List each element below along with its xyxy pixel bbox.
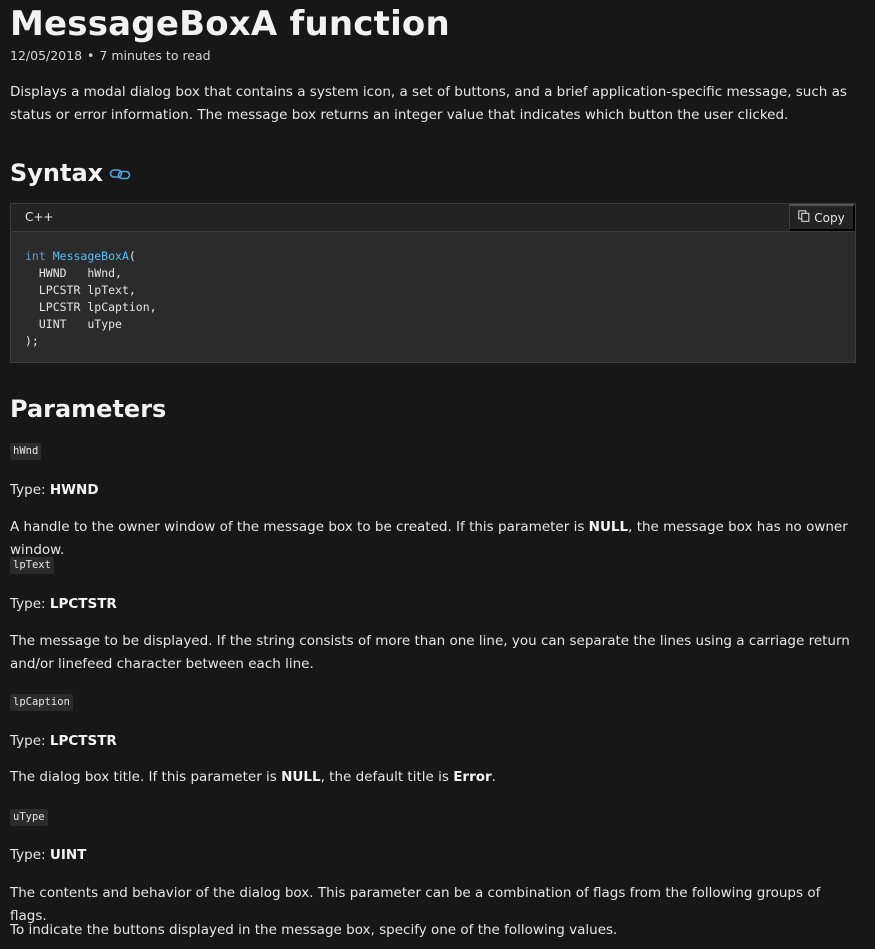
copy-icon: [798, 210, 810, 225]
code-param-name: uType: [87, 317, 122, 331]
desc-text: A handle to the owner window of the mess…: [10, 519, 589, 535]
link-icon[interactable]: [109, 158, 131, 188]
code-function-name: MessageBoxA: [52, 249, 129, 263]
buttons-intro: To indicate the buttons displayed in the…: [10, 922, 618, 938]
desc-text: .: [491, 769, 496, 785]
code-open-paren: (: [128, 249, 136, 263]
desc-bold: NULL: [281, 769, 321, 785]
param-name-hwnd: hWnd: [10, 443, 42, 460]
meta-separator: •: [87, 48, 95, 63]
type-value: UINT: [49, 847, 87, 863]
code-param-type: HWND: [38, 266, 67, 280]
param-type-lpcaption: Type: LPCTSTR: [10, 730, 856, 753]
type-label: Type:: [10, 596, 50, 612]
desc-text: The dialog box title. If this parameter …: [10, 769, 282, 785]
code-param-name: hWnd,: [87, 266, 122, 280]
code-return-type: int: [25, 249, 46, 263]
type-value: HWND: [49, 482, 99, 498]
param-desc-lpcaption: The dialog box title. If this parameter …: [10, 766, 856, 789]
desc-bold: NULL: [588, 519, 629, 535]
param-type-utype: Type: UINT: [10, 844, 856, 867]
desc-bold: Error: [453, 769, 492, 785]
parameters-heading: Parameters: [10, 395, 167, 423]
copy-button[interactable]: Copy: [789, 204, 855, 231]
type-value: LPCTSTR: [49, 596, 117, 612]
param-type-hwnd: Type: HWND: [10, 479, 856, 502]
type-value: LPCTSTR: [49, 733, 117, 749]
type-label: Type:: [10, 482, 50, 498]
type-label: Type:: [10, 847, 50, 863]
code-param-type: LPCSTR: [38, 283, 81, 297]
syntax-heading-text: Syntax: [10, 159, 104, 187]
param-type-lptext: Type: LPCTSTR: [10, 593, 856, 616]
param-name-lptext: lpText: [10, 557, 54, 574]
code-param-type: LPCSTR: [38, 300, 81, 314]
code-param-name: lpCaption,: [87, 300, 157, 314]
intro-paragraph: Displays a modal dialog box that contain…: [10, 84, 847, 123]
code-block-header: C++ Copy: [11, 204, 855, 232]
code-content: int MessageBoxA( HWND hWnd, LPCSTR lpTex…: [25, 248, 157, 350]
param-name-lpcaption: lpCaption: [10, 694, 73, 711]
desc-text: , the default title is: [320, 769, 454, 785]
copy-label: Copy: [814, 210, 845, 225]
code-param-type: UINT: [38, 317, 67, 331]
article-meta: 12/05/2018 • 7 minutes to read: [10, 48, 211, 63]
read-time: 7 minutes to read: [99, 48, 211, 63]
code-param-name: lpText,: [87, 283, 136, 297]
param-desc-hwnd: A handle to the owner window of the mess…: [10, 516, 856, 562]
code-language: C++: [25, 210, 54, 224]
page-title: MessageBoxA function: [10, 4, 450, 44]
code-close: );: [25, 334, 39, 348]
param-desc-lptext: The message to be displayed. If the stri…: [10, 633, 850, 672]
article-date: 12/05/2018: [10, 48, 83, 63]
type-label: Type:: [10, 733, 50, 749]
code-block: C++ Copy int MessageBoxA( HWND hWnd, LPC…: [10, 203, 856, 363]
param-name-utype: uType: [10, 809, 48, 826]
syntax-heading: Syntax: [10, 158, 131, 188]
